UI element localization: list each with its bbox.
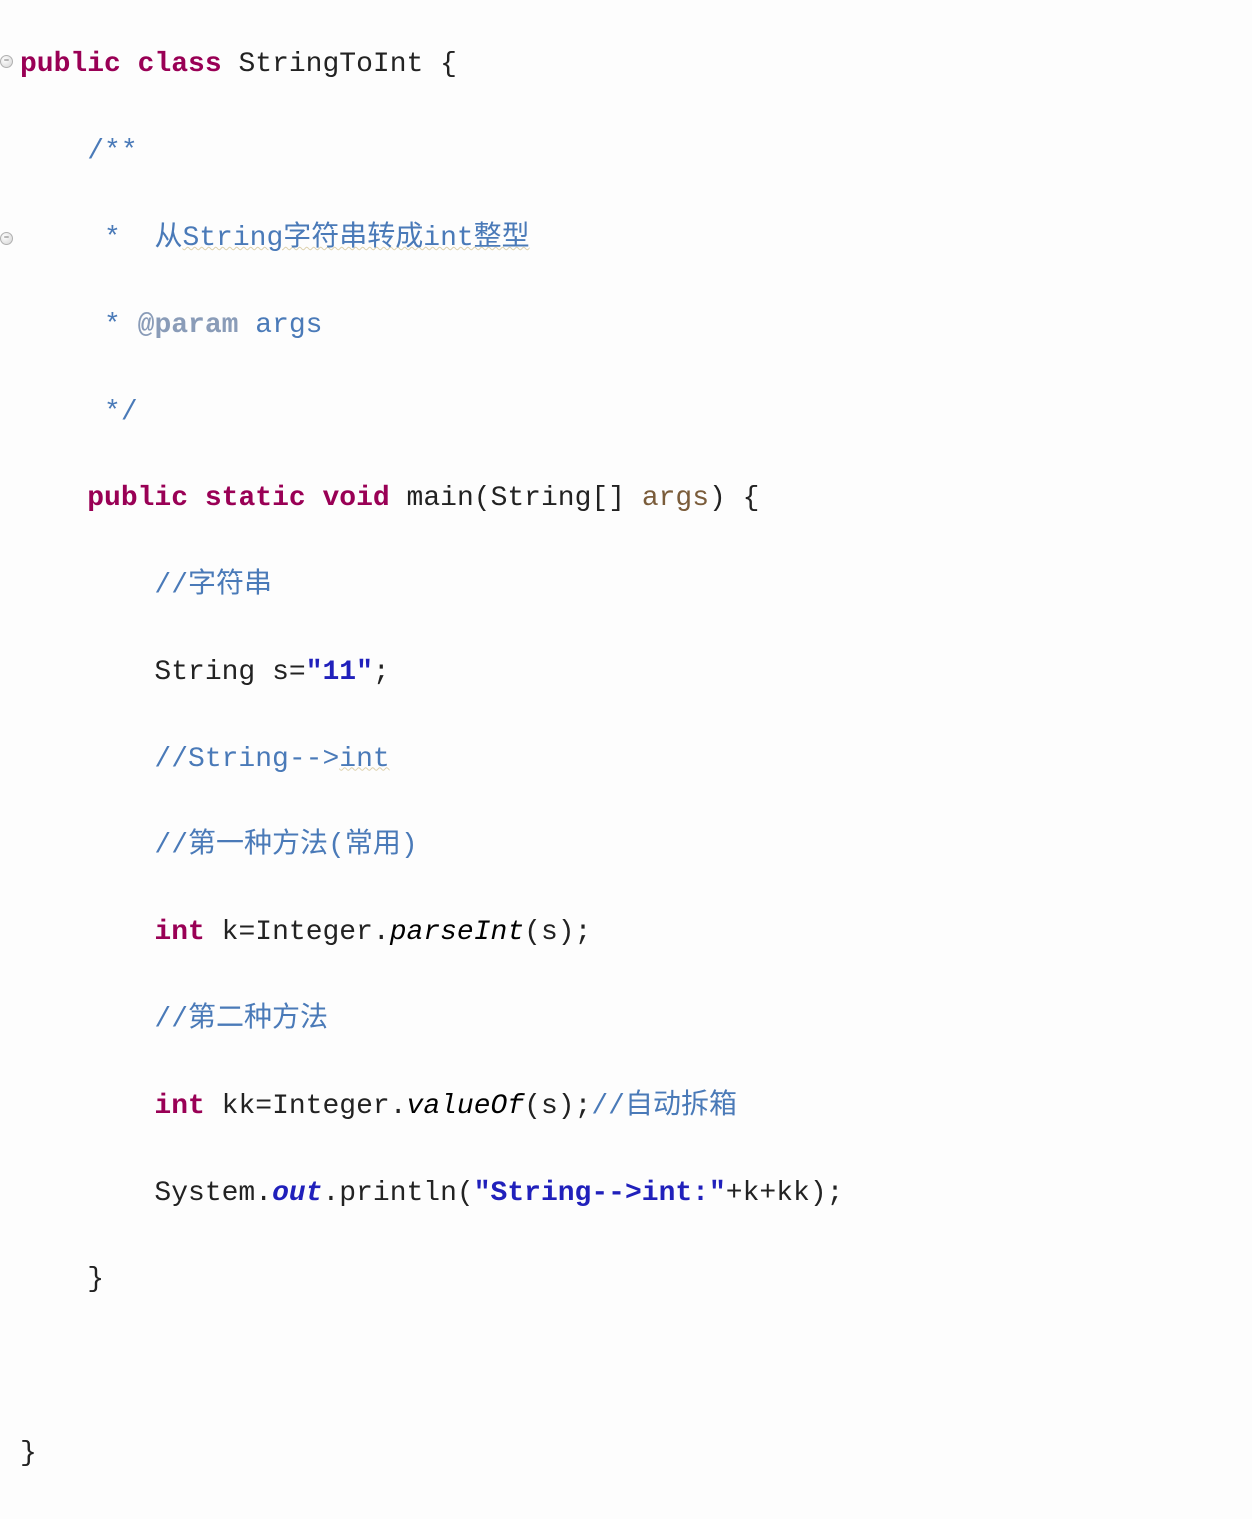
comment: //第二种方法 xyxy=(154,1004,328,1035)
brace: { xyxy=(440,49,457,80)
comment: //String--> xyxy=(154,744,339,775)
keyword: int xyxy=(154,917,204,948)
code-line: System.out.println("String-->int:"+k+kk)… xyxy=(20,1172,1252,1215)
argument: s xyxy=(541,1091,558,1122)
dot: . xyxy=(255,1178,272,1209)
code-line: int kk=Integer.valueOf(s);//自动拆箱 xyxy=(20,1085,1252,1128)
keyword: int xyxy=(154,1091,204,1122)
static-method: valueOf xyxy=(407,1091,525,1122)
javadoc-star: * xyxy=(87,223,137,254)
javadoc-tag: @param xyxy=(138,310,239,341)
javadoc-start: /** xyxy=(87,136,137,167)
static-field: out xyxy=(272,1178,322,1209)
code-line xyxy=(20,1345,1252,1388)
gutter xyxy=(0,0,14,768)
dot: . xyxy=(390,1091,407,1122)
comment: //自动拆箱 xyxy=(591,1091,737,1122)
variable: kk xyxy=(222,1091,256,1122)
paren-brace: ) { xyxy=(709,483,759,514)
code-line: String s="11"; xyxy=(20,651,1252,694)
javadoc-star: * xyxy=(87,310,137,341)
comment: //字符串 xyxy=(154,570,272,601)
plus: + xyxy=(726,1178,743,1209)
code-line: * @param args xyxy=(20,304,1252,347)
dot: . xyxy=(322,1178,339,1209)
code-line: */ xyxy=(20,391,1252,434)
variable: kk xyxy=(776,1178,810,1209)
code-line: public class StringToInt { xyxy=(20,43,1252,86)
semicolon: ; xyxy=(373,657,390,688)
parameter: args xyxy=(642,483,709,514)
comment: int xyxy=(339,744,389,775)
code-line: int k=Integer.parseInt(s); xyxy=(20,911,1252,954)
variable: k xyxy=(222,917,239,948)
paren: ( xyxy=(524,917,541,948)
keyword: void xyxy=(323,483,390,514)
code-line: //字符串 xyxy=(20,564,1252,607)
code-editor: public class StringToInt { /** * 从String… xyxy=(0,0,1252,1519)
dot: . xyxy=(373,917,390,948)
fold-marker-icon[interactable] xyxy=(0,55,13,68)
variable: s xyxy=(272,657,289,688)
javadoc-end: */ xyxy=(87,397,137,428)
code-line: * 从String字符串转成int整型 xyxy=(20,217,1252,260)
keyword: static xyxy=(205,483,306,514)
code-line: //第一种方法(常用) xyxy=(20,824,1252,867)
code-line: } xyxy=(20,1432,1252,1475)
variable: k xyxy=(743,1178,760,1209)
type: String xyxy=(491,483,592,514)
javadoc-param: args xyxy=(238,310,322,341)
string-literal: "11" xyxy=(306,657,373,688)
code-line: } xyxy=(20,1258,1252,1301)
comment: //第一种方法(常用) xyxy=(154,830,417,861)
equals: = xyxy=(238,917,255,948)
class-ref: Integer xyxy=(255,917,373,948)
fold-marker-icon[interactable] xyxy=(0,232,13,245)
equals: = xyxy=(255,1091,272,1122)
keyword: class xyxy=(138,49,222,80)
plus: + xyxy=(759,1178,776,1209)
javadoc-text: String字符串转成int整型 xyxy=(182,223,529,254)
keyword: public xyxy=(20,49,121,80)
brace: } xyxy=(20,1438,37,1469)
paren-semi: ); xyxy=(558,1091,592,1122)
paren: ( xyxy=(524,1091,541,1122)
paren: ( xyxy=(474,483,491,514)
paren: ( xyxy=(457,1178,474,1209)
code-line: //第二种方法 xyxy=(20,998,1252,1041)
paren-semi: ); xyxy=(810,1178,844,1209)
code-line: //String-->int xyxy=(20,738,1252,781)
class-ref: System xyxy=(154,1178,255,1209)
method-name: main xyxy=(407,483,474,514)
string-literal: "String-->int:" xyxy=(474,1178,726,1209)
code-line: public static void main(String[] args) { xyxy=(20,477,1252,520)
method-name: println xyxy=(339,1178,457,1209)
argument: s xyxy=(541,917,558,948)
equals: = xyxy=(289,657,306,688)
javadoc-text: 从 xyxy=(138,223,183,254)
type: String xyxy=(154,657,255,688)
paren-semi: ); xyxy=(558,917,592,948)
static-method: parseInt xyxy=(390,917,524,948)
code-line: /** xyxy=(20,130,1252,173)
brackets: [] xyxy=(591,483,625,514)
keyword: public xyxy=(87,483,188,514)
class-name: StringToInt xyxy=(238,49,423,80)
class-ref: Integer xyxy=(272,1091,390,1122)
brace: } xyxy=(87,1264,104,1295)
